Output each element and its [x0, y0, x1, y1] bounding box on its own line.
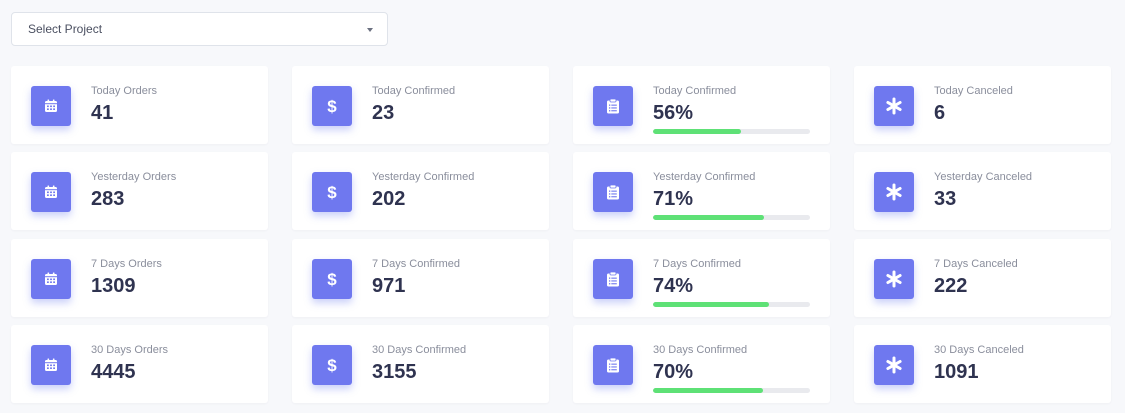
dollar-icon: $: [324, 270, 340, 288]
stat-icon-box: [593, 345, 633, 385]
stat-label: 7 Days Canceled: [934, 258, 1018, 270]
stat-icon-box: [31, 345, 71, 385]
calendar-icon: [43, 271, 59, 287]
stat-value: 6: [934, 102, 946, 124]
svg-text:$: $: [327, 356, 337, 374]
asterisk-icon: [885, 97, 903, 115]
stat-icon-box: [874, 86, 914, 126]
dollar-icon: $: [324, 356, 340, 374]
stat-label: 7 Days Confirmed: [372, 258, 461, 270]
stat-card: 7 Days Confirmed 74%: [573, 239, 830, 317]
stat-card: $7 Days Confirmed 971: [292, 239, 549, 317]
stat-label: Today Confirmed: [372, 85, 456, 97]
stat-card: $30 Days Confirmed 3155: [292, 325, 549, 403]
stat-label: Yesterday Confirmed: [653, 171, 756, 183]
stat-value: 3155: [372, 361, 417, 383]
project-select[interactable]: Select Project: [11, 12, 388, 46]
confirm-progress-bar: [653, 129, 810, 134]
stat-value: 1309: [91, 275, 136, 297]
asterisk-icon: [885, 270, 903, 288]
stat-label: Yesterday Confirmed: [372, 171, 475, 183]
calendar-icon: [43, 357, 59, 373]
stat-card: $ Today Confirmed 23: [292, 66, 549, 144]
stat-icon-box: $: [312, 345, 352, 385]
stat-card: 7 Days Canceled 222: [854, 239, 1111, 317]
stat-value: 222: [934, 275, 968, 297]
confirm-progress-bar: [653, 302, 810, 307]
clipboard-icon: [606, 357, 620, 373]
confirm-progress-bar: [653, 215, 810, 220]
stat-card: Yesterday Canceled 33: [854, 152, 1111, 230]
stat-value: 971: [372, 275, 406, 297]
stat-icon-box: [593, 86, 633, 126]
stat-icon-box: $: [312, 86, 352, 126]
stat-value: 283: [91, 188, 125, 210]
stat-label: Yesterday Orders: [91, 171, 177, 183]
stat-card: $ Yesterday Confirmed 202: [292, 152, 549, 230]
stat-value: 70%: [653, 361, 694, 383]
stat-card: 30 Days Orders 4445: [11, 325, 268, 403]
clipboard-icon: [606, 271, 620, 287]
stat-label: 30 Days Confirmed: [372, 344, 467, 356]
stat-card: Yesterday Confirmed 71%: [573, 152, 830, 230]
stat-label: Today Orders: [91, 85, 158, 97]
clipboard-icon: [606, 98, 620, 114]
stat-value: 4445: [91, 361, 136, 383]
progress-fill: [653, 388, 763, 393]
stat-label: 7 Days Orders: [91, 258, 162, 270]
stat-value: 71%: [653, 188, 694, 210]
asterisk-icon: [885, 183, 903, 201]
confirm-progress-bar: [653, 388, 810, 393]
stat-icon-box: $: [312, 172, 352, 212]
stat-card: Today Confirmed 56%: [573, 66, 830, 144]
stat-card: Today Orders 41: [11, 66, 268, 144]
stat-value: 56%: [653, 102, 694, 124]
svg-text:$: $: [327, 183, 337, 201]
project-select-label: Select Project: [28, 22, 103, 36]
stat-icon-box: [874, 259, 914, 299]
calendar-icon: [43, 98, 59, 114]
stat-icon-box: [593, 259, 633, 299]
stat-card: Today Canceled 6: [854, 66, 1111, 144]
stat-label: Today Canceled: [934, 85, 1013, 97]
stat-icon-box: [31, 172, 71, 212]
stat-icon-box: $: [312, 259, 352, 299]
stat-card: Yesterday Orders 283: [11, 152, 268, 230]
progress-fill: [653, 302, 770, 307]
stat-card: 30 Days Confirmed 70%: [573, 325, 830, 403]
stat-label: 7 Days Confirmed: [653, 258, 742, 270]
stat-label: Today Confirmed: [653, 85, 737, 97]
progress-fill: [653, 129, 741, 134]
stat-label: Yesterday Canceled: [934, 171, 1033, 183]
calendar-icon: [43, 184, 59, 200]
stat-value: 41: [91, 102, 114, 124]
stat-card: 7 Days Orders 1309: [11, 239, 268, 317]
progress-fill: [653, 215, 765, 220]
clipboard-icon: [606, 184, 620, 200]
stat-value: 74%: [653, 275, 694, 297]
svg-text:$: $: [327, 97, 337, 115]
asterisk-icon: [885, 356, 903, 374]
stat-value: 33: [934, 188, 957, 210]
stat-value: 1091: [934, 361, 979, 383]
stat-icon-box: [31, 259, 71, 299]
stat-icon-box: [874, 345, 914, 385]
stat-icon-box: [593, 172, 633, 212]
stat-label: 30 Days Canceled: [934, 344, 1024, 356]
dollar-icon: $: [324, 97, 340, 115]
stat-icon-box: [874, 172, 914, 212]
svg-text:$: $: [327, 270, 337, 288]
stat-icon-box: [31, 86, 71, 126]
stat-card: 30 Days Canceled 1091: [854, 325, 1111, 403]
stat-label: 30 Days Orders: [91, 344, 169, 356]
stat-value: 23: [372, 102, 395, 124]
stat-value: 202: [372, 188, 406, 210]
chevron-down-icon: [367, 28, 373, 32]
stat-label: 30 Days Confirmed: [653, 344, 748, 356]
dollar-icon: $: [324, 183, 340, 201]
